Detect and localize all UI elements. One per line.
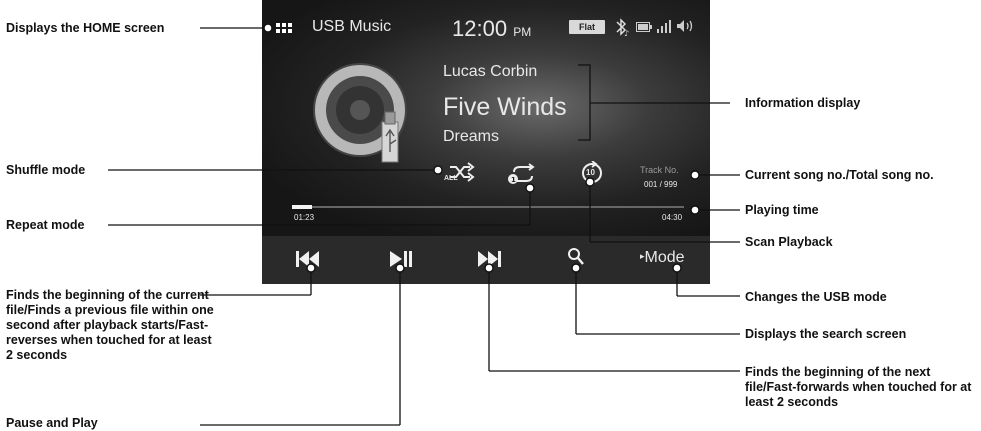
clock-time: 12:00 [452,16,508,41]
annotation-repeat: Repeat mode [6,218,85,232]
eq-badge: Flat [569,20,605,34]
mode-label: Mode [644,249,685,266]
annotation-pause-play: Pause and Play [6,416,98,430]
previous-icon[interactable] [296,250,320,268]
annotation-track-no: Current song no./Total song no. [745,168,934,182]
annotation-shuffle: Shuffle mode [6,163,86,177]
track-no-value: 001 / 999 [644,180,678,189]
track-no-label: Track No. [640,165,679,175]
progress-track[interactable] [292,205,684,209]
signal-icon [657,20,671,33]
song-title: Five Winds [443,93,567,121]
device-screen: USB Music 12:00 PM Flat ♪ Lucas Corbin F… [262,0,710,284]
home-grid-icon[interactable] [276,23,292,34]
bluetooth-icon: ♪ [616,18,629,37]
annotation-info: Information display [745,96,861,110]
shuffle-all-badge: ALL [444,175,458,182]
search-icon[interactable] [568,248,584,266]
volume-icon [677,20,693,32]
battery-icon [636,22,652,32]
play-pause-icon[interactable] [390,250,412,268]
annotation-scan: Scan Playback [745,235,833,249]
source-label: USB Music [312,18,392,35]
annotation-home: Displays the HOME screen [6,21,165,35]
annotation-next: Finds the beginning of the next file/Fas… [745,365,972,409]
control-bar: ▸Mode [262,236,710,284]
mode-button[interactable]: ▸Mode [640,249,685,267]
shuffle-control[interactable]: ALL [436,162,480,186]
usb-icon [313,63,407,163]
scan-badge: 10 [586,168,595,177]
clock-suffix: PM [513,25,532,39]
total-time: 04:30 [662,213,683,222]
next-icon[interactable] [478,250,502,268]
artist-name: Lucas Corbin [443,63,538,80]
clock: 12:00 PM [452,16,531,42]
svg-text:♪: ♪ [624,29,629,37]
shuffle-icon [450,162,475,182]
repeat-icon[interactable]: 1 [508,163,538,185]
annotation-usb-mode: Changes the USB mode [745,290,887,304]
svg-text:1: 1 [511,176,516,184]
scan-control[interactable]: 10 [580,161,604,185]
annotation-playing-time: Playing time [745,203,819,217]
annotation-previous: Finds the beginning of the current file/… [6,288,214,362]
annotation-search: Displays the search screen [745,327,907,341]
progress-fill [292,205,312,209]
album-name: Dreams [443,128,500,145]
elapsed-time: 01:23 [294,213,315,222]
